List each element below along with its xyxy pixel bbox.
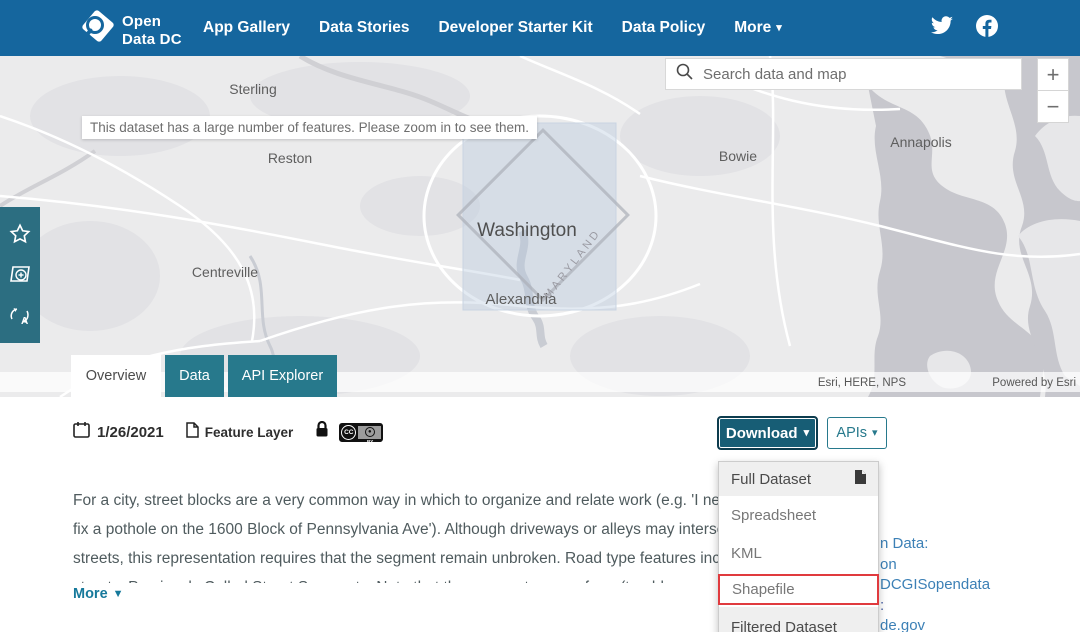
map-label-sterling: Sterling bbox=[229, 81, 276, 97]
related-link-fragment[interactable]: DCGISopendata bbox=[880, 575, 990, 596]
dataset-description: For a city, street blocks are a very com… bbox=[73, 486, 770, 583]
translate-button[interactable]: A bbox=[0, 296, 40, 336]
svg-text:A: A bbox=[21, 316, 28, 327]
map-label-centreville: Centreville bbox=[192, 264, 258, 280]
nav-data-stories[interactable]: Data Stories bbox=[319, 19, 409, 37]
chevron-down-icon: ▼ bbox=[113, 588, 124, 600]
logo-text: Open Data DC bbox=[122, 13, 182, 48]
favorite-star-button[interactable] bbox=[0, 214, 40, 254]
cc-by-license-badge[interactable]: CC ● BY bbox=[339, 423, 383, 442]
open-data-dc-page: Open Data DC App Gallery Data Stories De… bbox=[0, 0, 1080, 632]
map-label-annapolis: Annapolis bbox=[890, 134, 952, 150]
overview-panel: 1/26/2021 Feature Layer CC ● BY Download… bbox=[0, 397, 1080, 632]
zoom-out-button[interactable]: − bbox=[1037, 90, 1069, 123]
nav-data-policy[interactable]: Data Policy bbox=[622, 19, 706, 37]
tab-data[interactable]: Data bbox=[165, 355, 224, 397]
map-tools-sidebar: A bbox=[0, 207, 40, 343]
tab-overview[interactable]: Overview bbox=[71, 355, 161, 397]
basemap-button[interactable] bbox=[0, 255, 40, 295]
dataset-tabs: Overview Data API Explorer bbox=[71, 355, 337, 397]
search-input[interactable] bbox=[703, 66, 1011, 83]
site-header: Open Data DC App Gallery Data Stories De… bbox=[0, 0, 1080, 56]
chevron-down-icon: ▾ bbox=[776, 23, 782, 34]
zoom-in-button[interactable]: + bbox=[1037, 58, 1069, 91]
menu-item-shapefile-highlighted[interactable]: Shapefile bbox=[718, 574, 879, 605]
related-link-fragment[interactable]: n Data: bbox=[880, 534, 990, 555]
more-description-link[interactable]: More ▼ bbox=[73, 586, 124, 602]
dataset-updated-date: 1/26/2021 bbox=[97, 424, 164, 441]
cc-icon: CC bbox=[341, 425, 356, 440]
map-label-washington: Washington bbox=[477, 220, 577, 241]
site-logo[interactable]: Open Data DC bbox=[78, 8, 182, 53]
map-attribution: Esri, HERE, NPS bbox=[818, 377, 907, 389]
nav-more-dropdown[interactable]: More ▾ bbox=[734, 19, 782, 37]
related-link-fragment[interactable]: on bbox=[880, 555, 990, 576]
dataset-meta-row: 1/26/2021 Feature Layer CC ● BY bbox=[73, 421, 383, 443]
facebook-icon[interactable] bbox=[976, 15, 998, 42]
cc-attribution-icon: ● BY bbox=[358, 426, 381, 439]
download-button[interactable]: Download ▾ bbox=[717, 416, 818, 450]
main-nav: App Gallery Data Stories Developer Start… bbox=[203, 0, 782, 56]
basemap[interactable]: Sterling Reston Centreville Washington A… bbox=[0, 56, 1080, 397]
map-extent-highlight bbox=[458, 123, 628, 310]
feature-layer-icon bbox=[186, 422, 199, 443]
file-icon bbox=[855, 470, 866, 488]
social-links bbox=[930, 0, 998, 56]
menu-item-kml[interactable]: KML bbox=[719, 534, 878, 572]
download-dropdown-menu: Full Dataset Spreadsheet KML Shapefile F… bbox=[718, 461, 879, 632]
map-feature-notice: This dataset has a large number of featu… bbox=[82, 116, 537, 139]
lock-icon bbox=[315, 421, 329, 443]
open-data-dc-logo-icon bbox=[78, 8, 116, 53]
menu-item-spreadsheet[interactable]: Spreadsheet bbox=[719, 496, 878, 534]
dataset-type-label: Feature Layer bbox=[205, 425, 294, 440]
search-bar bbox=[665, 58, 1022, 90]
search-icon bbox=[676, 63, 693, 85]
chevron-down-icon: ▾ bbox=[872, 428, 878, 439]
calendar-icon bbox=[73, 421, 90, 443]
chevron-down-icon: ▾ bbox=[804, 428, 810, 439]
nav-app-gallery[interactable]: App Gallery bbox=[203, 19, 290, 37]
related-links-column: n Data: on DCGISopendata : de.gov bbox=[880, 534, 990, 632]
apis-button[interactable]: APIs ▾ bbox=[827, 417, 887, 449]
tab-api-explorer[interactable]: API Explorer bbox=[228, 355, 337, 397]
menu-item-full-dataset[interactable]: Full Dataset bbox=[719, 462, 878, 496]
related-link-fragment[interactable]: de.gov bbox=[880, 616, 990, 632]
map-label-bowie: Bowie bbox=[719, 148, 757, 164]
related-link-fragment[interactable]: : bbox=[880, 596, 990, 617]
menu-item-filtered-dataset[interactable]: Filtered Dataset bbox=[719, 607, 878, 632]
map-label-reston: Reston bbox=[268, 150, 312, 166]
twitter-icon[interactable] bbox=[930, 16, 954, 41]
nav-developer-starter-kit[interactable]: Developer Starter Kit bbox=[438, 19, 592, 37]
powered-by-esri: Powered by Esri bbox=[992, 377, 1076, 389]
